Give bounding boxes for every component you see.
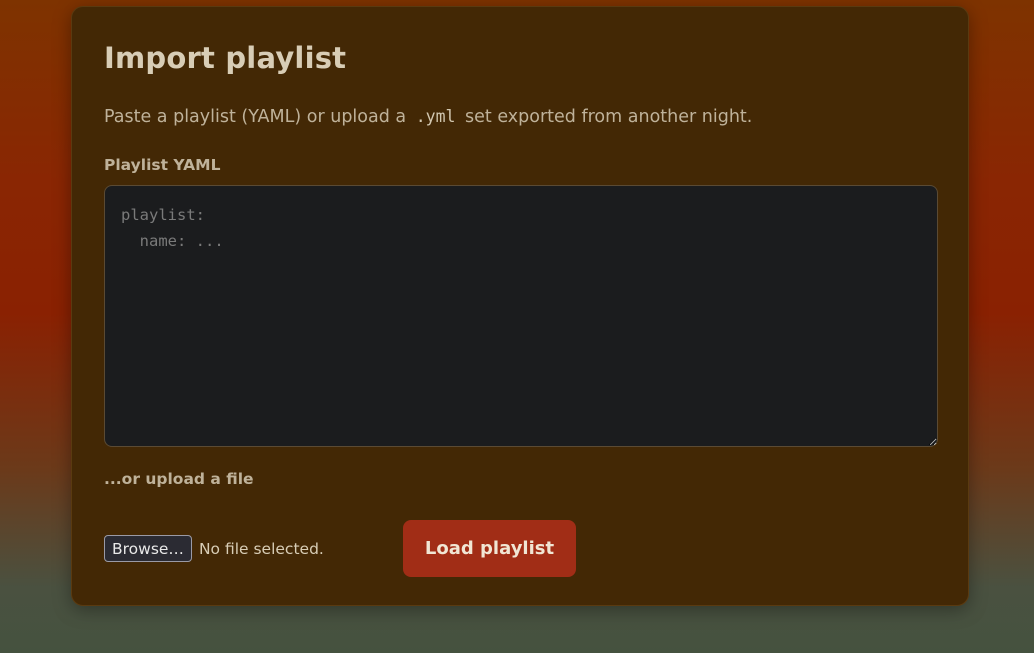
load-playlist-button[interactable]: Load playlist xyxy=(403,520,576,577)
playlist-yaml-label: Playlist YAML xyxy=(104,156,221,174)
page-title: Import playlist xyxy=(104,41,347,75)
import-description: Paste a playlist (YAML) or upload a .yml… xyxy=(104,107,752,127)
yml-extension-code: .yml xyxy=(415,107,456,126)
file-input[interactable]: Browse… No file selected. xyxy=(104,535,324,562)
file-status-text: No file selected. xyxy=(198,539,324,558)
import-playlist-card: Import playlist Paste a playlist (YAML) … xyxy=(71,6,969,606)
upload-file-label: ...or upload a file xyxy=(104,470,254,488)
description-text-after: set exported from another night. xyxy=(465,107,753,127)
description-text-before: Paste a playlist (YAML) or upload a xyxy=(104,107,407,127)
playlist-yaml-textarea[interactable] xyxy=(104,185,938,447)
browse-button[interactable]: Browse… xyxy=(104,535,192,562)
